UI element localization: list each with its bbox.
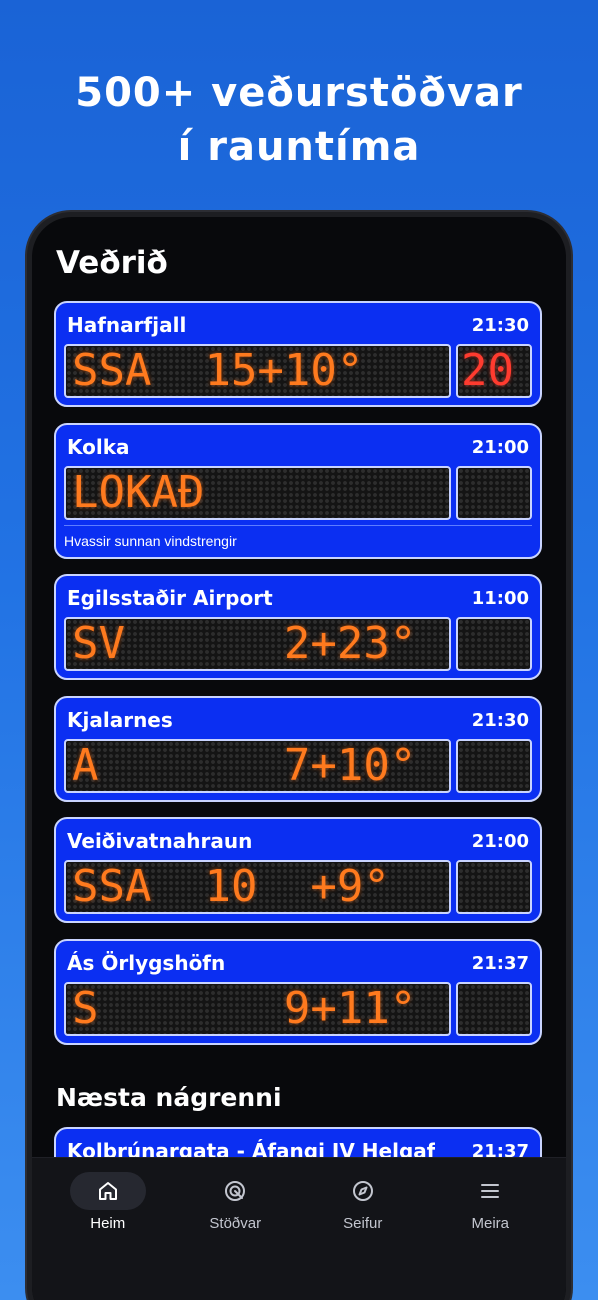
headline-line-1: 500+ veðurstöðvar bbox=[75, 70, 523, 116]
led-gust-display bbox=[456, 982, 532, 1036]
led-display: LOKAÐ bbox=[64, 466, 451, 520]
tab-stodvar[interactable]: Stöðvar bbox=[176, 1158, 294, 1300]
station-time: 21:30 bbox=[471, 709, 529, 731]
station-note: Hvassir sunnan vindstrengir bbox=[64, 525, 532, 549]
led-display: SSA 10 +9° bbox=[64, 860, 451, 914]
home-icon bbox=[98, 1182, 117, 1200]
led-display: SV 2+23° bbox=[64, 617, 451, 671]
station-name: Ás Örlygshöfn bbox=[67, 951, 226, 975]
led-display: S 9+11° bbox=[64, 982, 451, 1036]
station-time: 21:00 bbox=[471, 436, 529, 458]
led-display: A 7+10° bbox=[64, 739, 451, 793]
tab-label: Seifur bbox=[343, 1215, 383, 1232]
station-card-veidivatnahraun[interactable]: Veiðivatnahraun 21:00 SSA 10 +9° bbox=[54, 817, 542, 923]
station-card-kolka[interactable]: Kolka 21:00 LOKAÐ Hvassir sunnan vindstr… bbox=[54, 423, 542, 559]
station-card-egilsstadir[interactable]: Egilsstaðir Airport 11:00 SV 2+23° bbox=[54, 574, 542, 680]
led-wind-temp: SSA 10 +9° bbox=[72, 861, 390, 912]
compass-icon bbox=[352, 1181, 373, 1201]
led-wind-temp: S 9+11° bbox=[72, 983, 417, 1034]
station-name: Veiðivatnahraun bbox=[67, 829, 253, 853]
nearby-section-title: Næsta nágrenni bbox=[56, 1083, 282, 1112]
tab-label: Heim bbox=[90, 1215, 126, 1232]
station-time: 21:30 bbox=[471, 314, 529, 336]
led-gust-display bbox=[456, 466, 532, 520]
led-wind-temp: SSA 15+10° bbox=[72, 345, 364, 396]
app-title: Veðrið bbox=[56, 245, 168, 281]
phone-frame: Veðrið Hafnarfjall 21:30 SSA 15+10° 20 K… bbox=[27, 212, 571, 1300]
promo-headline: 500+ veðurstöðvar í rauntíma bbox=[0, 66, 598, 174]
led-wind-temp: SV 2+23° bbox=[72, 618, 417, 669]
tab-label: Stöðvar bbox=[209, 1215, 262, 1232]
tab-meira[interactable]: Meira bbox=[431, 1158, 549, 1300]
station-name: Kjalarnes bbox=[67, 708, 173, 732]
led-gust-display: 20 bbox=[456, 344, 532, 398]
station-name: Hafnarfjall bbox=[67, 313, 187, 337]
tab-heim[interactable]: Heim bbox=[49, 1158, 167, 1300]
station-name: Kolka bbox=[67, 435, 130, 459]
radar-icon bbox=[225, 1181, 246, 1201]
station-card-hafnarfjall[interactable]: Hafnarfjall 21:30 SSA 15+10° 20 bbox=[54, 301, 542, 407]
station-name: Egilsstaðir Airport bbox=[67, 586, 273, 610]
station-time: 21:37 bbox=[471, 952, 529, 974]
tab-label: Meira bbox=[471, 1215, 509, 1232]
led-gust-value: 20 bbox=[461, 345, 514, 396]
led-wind-temp: LOKAÐ bbox=[72, 467, 205, 518]
led-display: SSA 15+10° bbox=[64, 344, 451, 398]
station-time: 11:00 bbox=[471, 587, 529, 609]
menu-icon bbox=[481, 1184, 500, 1198]
led-gust-display bbox=[456, 860, 532, 914]
station-card-kjalarnes[interactable]: Kjalarnes 21:30 A 7+10° bbox=[54, 696, 542, 802]
led-gust-display bbox=[456, 739, 532, 793]
tab-seifur[interactable]: Seifur bbox=[304, 1158, 422, 1300]
headline-line-2: í rauntíma bbox=[177, 124, 421, 170]
station-card-as-orlygshofn[interactable]: Ás Örlygshöfn 21:37 S 9+11° bbox=[54, 939, 542, 1045]
app-screen: Veðrið Hafnarfjall 21:30 SSA 15+10° 20 K… bbox=[32, 217, 566, 1300]
bottom-tab-bar: Heim Stöðvar Seifur Meira bbox=[32, 1157, 566, 1300]
station-time: 21:00 bbox=[471, 830, 529, 852]
led-wind-temp: A 7+10° bbox=[72, 740, 417, 791]
led-gust-display bbox=[456, 617, 532, 671]
